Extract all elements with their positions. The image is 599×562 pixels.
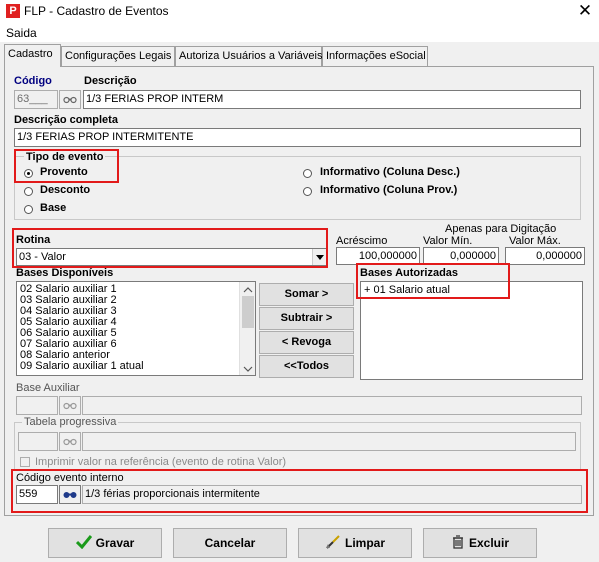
imprimir-checkbox[interactable]	[20, 457, 30, 467]
tabela-progressiva-description	[82, 432, 576, 451]
acrescimo-label: Acréscimo	[336, 235, 388, 247]
tab-informacoes-esocial[interactable]: Informações eSocial	[322, 46, 428, 66]
scroll-thumb[interactable]	[242, 296, 254, 328]
limpar-button[interactable]: Limpar	[298, 528, 412, 558]
list-scrollbar[interactable]	[239, 282, 255, 375]
tabela-progressiva-search-icon[interactable]	[59, 432, 81, 451]
radio-informativo-desc[interactable]	[303, 169, 312, 178]
excluir-button[interactable]: Excluir	[423, 528, 537, 558]
radio-base-label[interactable]: Base	[40, 202, 66, 214]
base-auxiliar-description	[82, 396, 582, 415]
menu-item-saida[interactable]: Saida	[6, 26, 37, 40]
limpar-label: Limpar	[344, 536, 385, 550]
base-auxiliar-field[interactable]	[16, 396, 58, 415]
radio-informativo-prov[interactable]	[303, 187, 312, 196]
broom-icon	[325, 535, 340, 549]
descricao-completa-field[interactable]: 1/3 FERIAS PROP INTERMITENTE	[14, 128, 581, 147]
tab-configuracoes-legais[interactable]: Configurações Legais	[61, 46, 175, 66]
bases-disponiveis-list[interactable]: 02 Salario auxiliar 1 03 Salario auxilia…	[16, 281, 256, 376]
scroll-down-icon[interactable]	[243, 364, 253, 375]
tab-cadastro[interactable]: Cadastro	[4, 44, 61, 67]
list-item[interactable]: 09 Salario auxiliar 1 atual	[20, 361, 144, 369]
descricao-completa-label: Descrição completa	[14, 114, 118, 126]
imprimir-label: Imprimir valor na referência (evento de …	[35, 456, 287, 468]
tabela-progressiva-label: Tabela progressiva	[22, 416, 119, 428]
menu-bar: Saida	[0, 22, 599, 42]
trash-icon	[452, 535, 463, 549]
radio-desconto[interactable]	[24, 187, 33, 196]
todos-button[interactable]: <<Todos	[259, 355, 354, 378]
codigo-field[interactable]: 63___	[14, 90, 58, 109]
valor-max-field[interactable]: 0,000000	[505, 247, 585, 265]
tabela-progressiva-field[interactable]	[18, 432, 58, 451]
codigo-search-icon[interactable]	[59, 90, 81, 109]
gravar-button[interactable]: Gravar	[48, 528, 162, 558]
gravar-label: Gravar	[95, 536, 135, 550]
close-icon[interactable]: ✕	[576, 1, 594, 21]
revoga-button[interactable]: < Revoga	[259, 331, 354, 354]
app-icon: P	[6, 4, 20, 18]
check-icon	[75, 535, 92, 550]
highlight-rotina	[12, 228, 328, 268]
highlight-tipo-evento	[14, 149, 119, 183]
window-title: FLP - Cadastro de Eventos	[24, 4, 169, 18]
subtrair-button[interactable]: Subtrair >	[259, 307, 354, 330]
radio-informativo-desc-label[interactable]: Informativo (Coluna Desc.)	[320, 166, 460, 178]
descricao-field[interactable]: 1/3 FERIAS PROP INTERM	[83, 90, 581, 109]
valor-max-label: Valor Máx.	[509, 235, 561, 247]
valor-min-label: Valor Mín.	[423, 235, 473, 247]
base-auxiliar-label: Base Auxiliar	[16, 382, 80, 394]
radio-informativo-prov-label[interactable]: Informativo (Coluna Prov.)	[320, 184, 457, 196]
descricao-label: Descrição	[84, 75, 137, 87]
highlight-codigo-interno	[11, 469, 588, 513]
tab-autoriza-usuarios[interactable]: Autoriza Usuários a Variáveis	[175, 46, 322, 66]
radio-desconto-label[interactable]: Desconto	[40, 184, 90, 196]
bases-disponiveis-label: Bases Disponíveis	[16, 267, 114, 279]
codigo-label: Código	[14, 75, 52, 87]
base-auxiliar-search-icon[interactable]	[59, 396, 81, 415]
digitacao-header: Apenas para Digitação	[445, 223, 557, 235]
somar-button[interactable]: Somar >	[259, 283, 354, 306]
title-bar: P FLP - Cadastro de Eventos ✕	[0, 0, 599, 22]
highlight-bases-autorizadas	[356, 263, 510, 299]
list-item[interactable]: 08 Salario anterior	[20, 350, 110, 361]
radio-base[interactable]	[24, 205, 33, 214]
cancelar-button[interactable]: Cancelar	[173, 528, 287, 558]
excluir-label: Excluir	[468, 536, 510, 550]
